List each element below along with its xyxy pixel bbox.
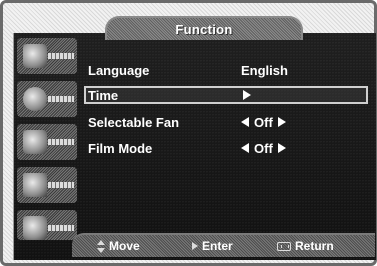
arrow-left-icon[interactable] bbox=[241, 117, 249, 127]
menu-item-value-wrap: English bbox=[241, 63, 288, 78]
arrow-right-icon bbox=[243, 90, 251, 100]
navigation-hint-bar: Move Enter Return bbox=[72, 233, 375, 257]
menu-item-value: Off bbox=[254, 114, 273, 130]
menu-item-label: Language bbox=[88, 62, 150, 78]
enter-label: Enter bbox=[202, 239, 233, 253]
menu-icon-column bbox=[17, 38, 77, 258]
enter-arrow-icon bbox=[192, 242, 198, 250]
menu-item-value: Off bbox=[254, 140, 273, 156]
arrow-right-icon[interactable] bbox=[277, 117, 286, 127]
arrow-left-icon[interactable] bbox=[241, 143, 249, 153]
arrow-right-icon[interactable] bbox=[277, 143, 286, 153]
menu-title: Function bbox=[175, 21, 233, 37]
return-icon bbox=[277, 241, 291, 251]
menu-item-value-wrap bbox=[243, 90, 251, 100]
menu-item-label: Film Mode bbox=[88, 140, 153, 156]
menu-item-value-wrap: Off bbox=[241, 115, 286, 130]
menu-item-selectable-fan[interactable]: Selectable Fan Off bbox=[88, 112, 368, 132]
menu-item-label: Time bbox=[88, 87, 119, 103]
move-label: Move bbox=[109, 239, 140, 253]
menu-title-tab: Function bbox=[105, 16, 303, 40]
move-hint: Move bbox=[96, 239, 140, 253]
menu-item-film-mode[interactable]: Film Mode Off bbox=[88, 138, 368, 158]
menu-item-value-wrap: Off bbox=[241, 141, 286, 156]
up-down-arrows-icon bbox=[96, 239, 105, 253]
input-menu-icon[interactable] bbox=[17, 210, 77, 240]
sound-menu-icon[interactable] bbox=[17, 81, 77, 117]
picture-menu-icon[interactable] bbox=[17, 38, 77, 74]
setup-menu-icon[interactable] bbox=[17, 167, 77, 203]
menu-item-label: Selectable Fan bbox=[88, 114, 180, 130]
return-label: Return bbox=[295, 239, 334, 253]
return-hint: Return bbox=[277, 239, 334, 253]
menu-item-value: English bbox=[241, 62, 288, 78]
channel-menu-icon[interactable] bbox=[17, 124, 77, 160]
menu-item-language[interactable]: Language English bbox=[88, 60, 368, 80]
menu-item-time[interactable]: Time bbox=[84, 86, 368, 104]
enter-hint: Enter bbox=[192, 239, 233, 253]
